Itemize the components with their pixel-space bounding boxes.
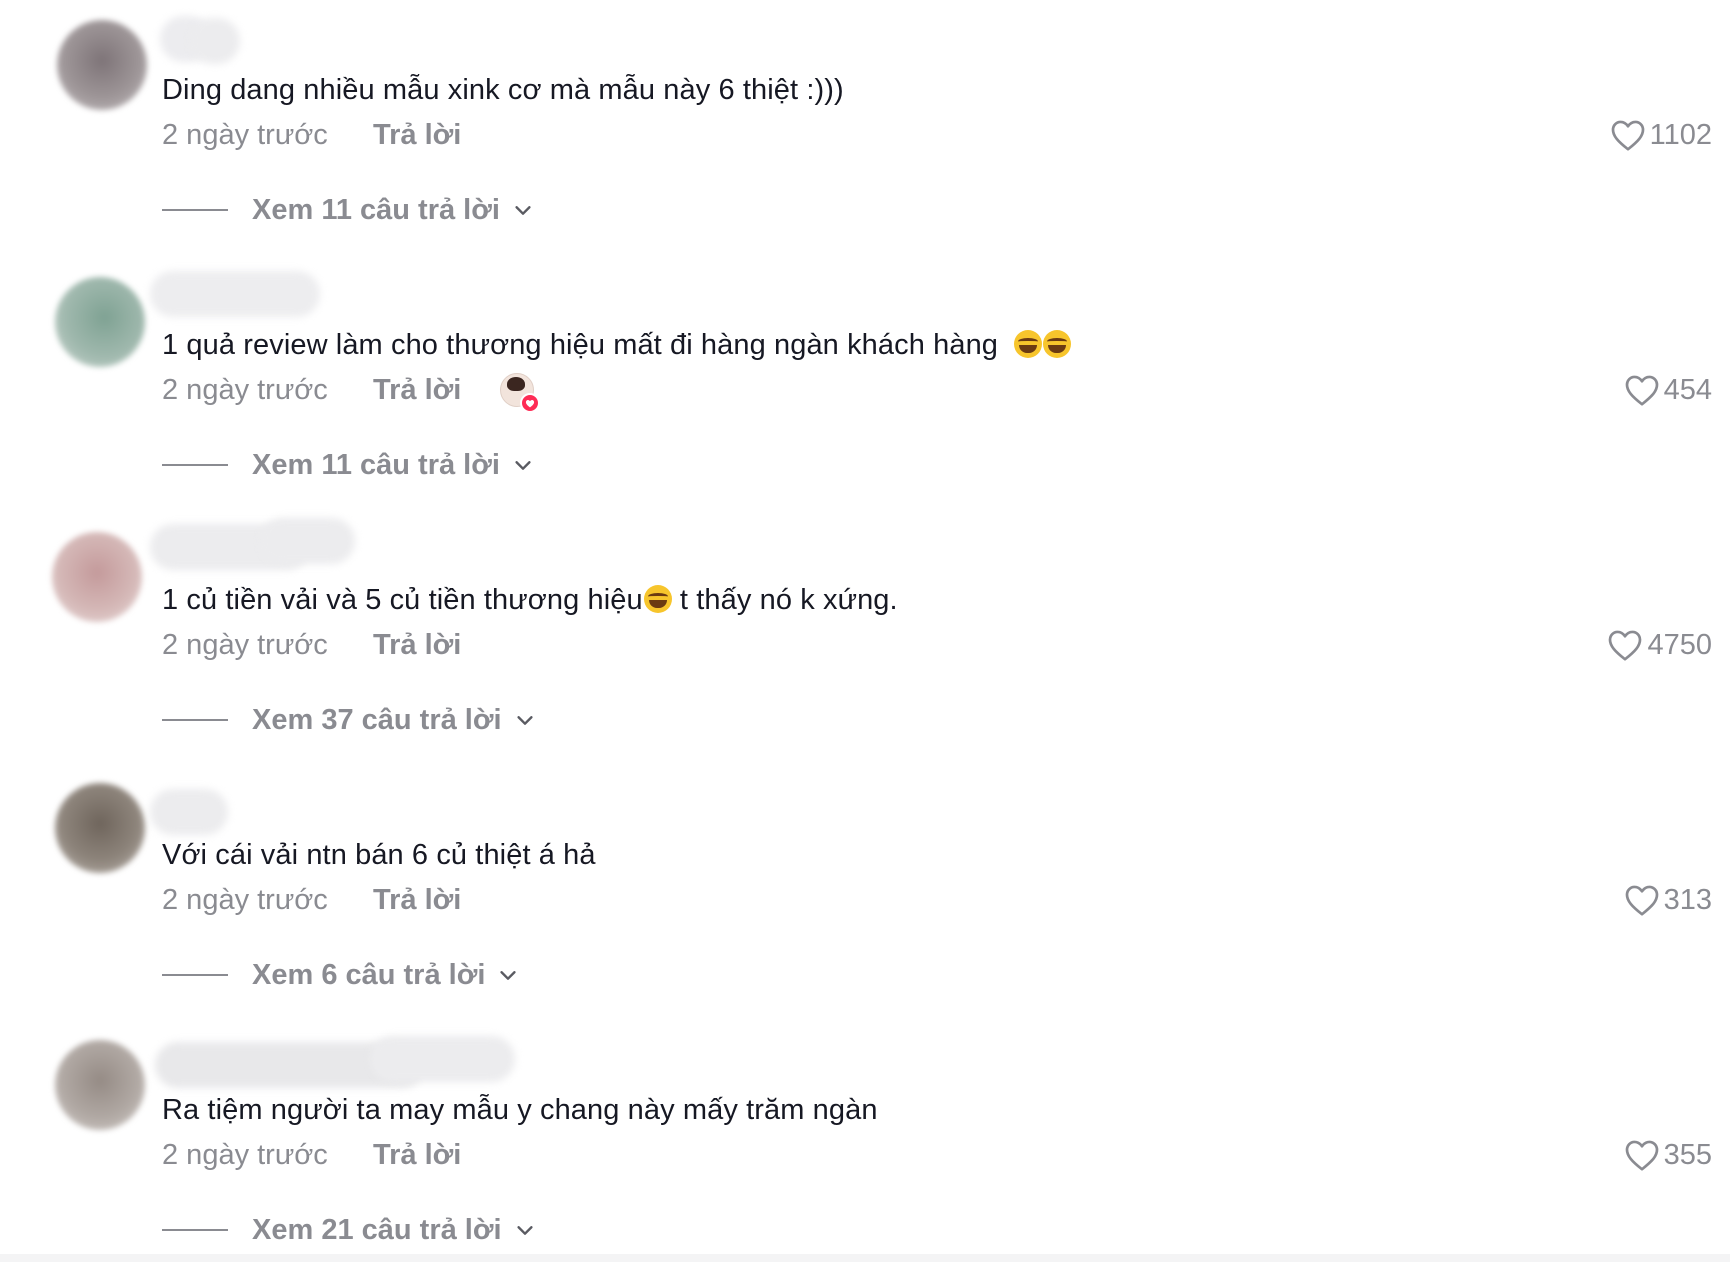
face-with-tears-of-joy-emoji	[643, 585, 672, 613]
chevron-down-icon	[516, 1226, 533, 1235]
comment-timestamp: 2 ngày trước	[162, 119, 328, 151]
comment-text: 1 quả review làm cho thương hiệu mất đi …	[162, 325, 1072, 365]
username-blurred[interactable]	[150, 789, 228, 835]
avatar[interactable]	[52, 532, 142, 622]
comment-timestamp: 2 ngày trước	[162, 884, 328, 916]
comment-text-content: 1 củ tiền vải và 5 củ tiền thương hiệu	[162, 584, 643, 616]
comment-text: 1 củ tiền vải và 5 củ tiền thương hiệu t…	[162, 580, 898, 620]
view-replies-button[interactable]: Xem 21 câu trả lời	[162, 1210, 536, 1250]
heart-filled-icon	[520, 393, 540, 413]
reply-button[interactable]: Trả lời	[373, 880, 461, 920]
like-button[interactable]: 1102	[1610, 115, 1712, 155]
comment-text: Với cái vải ntn bán 6 củ thiệt á hả	[162, 839, 596, 871]
view-replies-button[interactable]: Xem 11 câu trả lời	[162, 190, 534, 230]
heart-outline-icon	[1611, 120, 1644, 151]
heart-outline-icon	[1625, 375, 1658, 406]
heart-outline-icon	[1625, 1140, 1658, 1171]
view-replies-label: Xem 21 câu trả lời	[252, 1214, 502, 1246]
view-replies-button[interactable]: Xem 11 câu trả lời	[162, 445, 534, 485]
face-with-tears-of-joy-emoji	[1014, 330, 1043, 358]
username-blurred-part	[260, 518, 355, 564]
bottom-edge	[0, 1254, 1730, 1262]
view-replies-button[interactable]: Xem 6 câu trả lời	[162, 955, 519, 995]
heart-outline-icon	[1625, 885, 1658, 916]
comment-timestamp: 2 ngày trước	[162, 1139, 328, 1171]
avatar[interactable]	[55, 783, 145, 873]
comment-item: 1 củ tiền vải và 5 củ tiền thương hiệu t…	[0, 510, 1730, 765]
like-button[interactable]: 454	[1624, 370, 1712, 410]
chevron-down-icon	[500, 971, 516, 980]
like-count: 1102	[1649, 119, 1712, 151]
username-blurred-part	[370, 1036, 515, 1082]
comment-timestamp: 2 ngày trước	[162, 374, 328, 406]
divider-line	[162, 209, 228, 211]
reply-button[interactable]: Trả lời	[373, 625, 461, 665]
reply-button[interactable]: Trả lời	[373, 1135, 461, 1175]
comment-item: Ra tiệm người ta may mẫu y chang này mấy…	[0, 1020, 1730, 1275]
view-replies-button[interactable]: Xem 37 câu trả lời	[162, 700, 536, 740]
like-count: 4750	[1647, 629, 1712, 661]
comment-item: 1 quả review làm cho thương hiệu mất đi …	[0, 255, 1730, 510]
like-button[interactable]: 4750	[1607, 625, 1712, 665]
username-blurred[interactable]	[150, 271, 320, 317]
like-button[interactable]: 355	[1624, 1135, 1712, 1175]
comment-text-content: 1 quả review làm cho thương hiệu mất đi …	[162, 329, 999, 361]
comment-timestamp: 2 ngày trước	[162, 629, 328, 661]
divider-line	[162, 464, 228, 466]
creator-liked-badge	[500, 373, 540, 413]
view-replies-label: Xem 6 câu trả lời	[252, 959, 486, 991]
heart-outline-icon	[1609, 630, 1642, 661]
avatar[interactable]	[55, 1040, 145, 1130]
reply-button[interactable]: Trả lời	[373, 370, 461, 410]
username-blurred-part	[190, 18, 240, 64]
chevron-down-icon	[516, 716, 533, 725]
view-replies-label: Xem 11 câu trả lời	[252, 194, 500, 226]
reply-button[interactable]: Trả lời	[373, 115, 461, 155]
divider-line	[162, 1229, 228, 1231]
face-with-tears-of-joy-emoji	[1043, 330, 1072, 358]
avatar[interactable]	[55, 277, 145, 367]
chevron-down-icon	[515, 206, 531, 215]
comment-item: Với cái vải ntn bán 6 củ thiệt á hả 2 ng…	[0, 765, 1730, 1020]
comment-text-content-2: t thấy nó k xứng.	[671, 584, 898, 616]
view-replies-label: Xem 37 câu trả lời	[252, 704, 502, 736]
view-replies-label: Xem 11 câu trả lời	[252, 449, 500, 481]
comment-text: Ding dang nhiều mẫu xink cơ mà mẫu này 6…	[162, 74, 844, 106]
like-button[interactable]: 313	[1624, 880, 1712, 920]
avatar[interactable]	[57, 20, 147, 110]
like-count: 313	[1663, 884, 1712, 916]
like-count: 454	[1663, 374, 1712, 406]
comment-text: Ra tiệm người ta may mẫu y chang này mấy…	[162, 1094, 878, 1126]
like-count: 355	[1663, 1139, 1712, 1171]
divider-line	[162, 719, 228, 721]
divider-line	[162, 974, 228, 976]
chevron-down-icon	[515, 461, 531, 470]
comment-item: Ding dang nhiều mẫu xink cơ mà mẫu này 6…	[0, 0, 1730, 255]
